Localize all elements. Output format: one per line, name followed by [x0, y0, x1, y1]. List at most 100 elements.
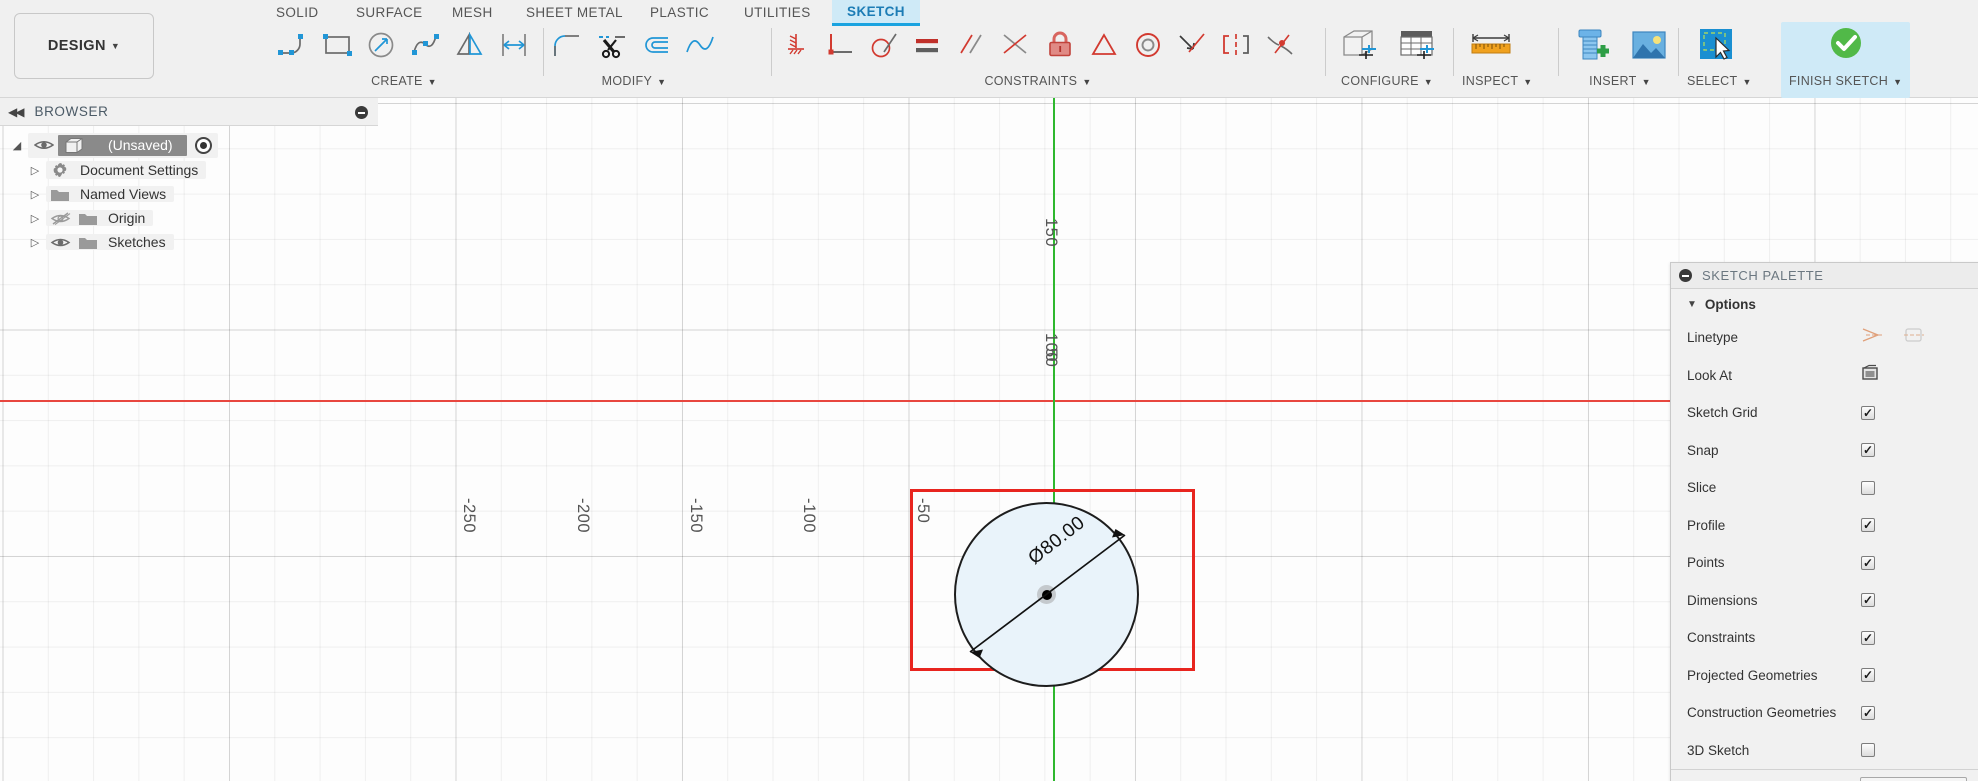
line-tool-icon[interactable]: [272, 23, 316, 67]
expand-twisty-icon[interactable]: ▷: [24, 212, 46, 225]
measure-icon[interactable]: [1462, 23, 1520, 67]
ribbon-group-label-inspect[interactable]: INSPECT ▼: [1462, 74, 1533, 88]
curvature-constraint-icon[interactable]: [1258, 23, 1302, 67]
finish-sketch-button[interactable]: Finish Sketch: [1859, 777, 1967, 781]
x-tick-label: -250: [460, 498, 478, 534]
configure-table-icon[interactable]: [1387, 23, 1445, 67]
insert-image-icon[interactable]: [1620, 23, 1678, 67]
tree-label-origin: Origin: [108, 210, 146, 226]
spline-tool-icon[interactable]: [404, 23, 448, 67]
option-row-look-at[interactable]: Look At: [1671, 357, 1978, 395]
minimize-icon[interactable]: [355, 106, 368, 119]
pattern-tool-icon[interactable]: [492, 23, 536, 67]
mirror-tool-icon[interactable]: [448, 23, 492, 67]
tree-row-origin[interactable]: ▷ Origin: [0, 206, 378, 230]
ribbon-group-label-create[interactable]: CREATE ▼: [272, 74, 536, 88]
ribbon-group-label-modify[interactable]: MODIFY ▼: [546, 74, 722, 88]
option-row-dimensions[interactable]: Dimensions: [1671, 582, 1978, 620]
workspace-selector[interactable]: DESIGN ▼: [14, 13, 154, 79]
parallel-constraint-icon[interactable]: [950, 23, 994, 67]
fillet-tool-icon[interactable]: [546, 23, 590, 67]
x-tick-label: -150: [687, 498, 705, 534]
circle-tool-icon[interactable]: [360, 23, 404, 67]
ribbon-group-modify: MODIFY ▼: [546, 22, 722, 98]
collinear-constraint-icon[interactable]: [1170, 23, 1214, 67]
checkbox-snap[interactable]: [1861, 443, 1875, 458]
insert-mcmaster-bolt-icon[interactable]: [1562, 23, 1620, 67]
tree-row-sketches[interactable]: ▷ Sketches: [0, 230, 378, 254]
fix-constraint-icon[interactable]: [774, 23, 818, 67]
option-row-constraints[interactable]: Constraints: [1671, 619, 1978, 657]
x-tick-label: -200: [574, 498, 592, 534]
circle-center-point[interactable]: [1041, 589, 1052, 600]
checkbox-3d-sketch[interactable]: [1861, 743, 1875, 758]
option-row-linetype[interactable]: Linetype: [1671, 319, 1978, 357]
lock-constraint-icon[interactable]: [1038, 23, 1082, 67]
checkbox-profile[interactable]: [1861, 518, 1875, 533]
configure-box-icon[interactable]: [1329, 23, 1387, 67]
checkbox-points[interactable]: [1861, 555, 1875, 570]
perpendicular-constraint-icon[interactable]: [818, 23, 862, 67]
chevron-down-icon: ▼: [1893, 77, 1903, 87]
offset-tool-icon[interactable]: [634, 23, 678, 67]
ribbon-group-label-configure[interactable]: CONFIGURE ▼: [1329, 74, 1445, 88]
option-label-construction-geometries: Construction Geometries: [1687, 705, 1837, 721]
ribbon-group-label-finish-sketch[interactable]: FINISH SKETCH ▼: [1789, 74, 1902, 88]
collapse-left-icon[interactable]: ◀◀: [8, 105, 25, 119]
midpoint-constraint-icon[interactable]: [994, 23, 1038, 67]
expand-twisty-icon[interactable]: ▷: [24, 188, 46, 201]
ribbon-group-finish-sketch[interactable]: FINISH SKETCH ▼: [1781, 22, 1911, 98]
equal-constraint-icon[interactable]: [906, 23, 950, 67]
expand-twisty-icon[interactable]: ▷: [24, 236, 46, 249]
ribbon-group-inspect: INSPECT ▼: [1462, 22, 1533, 98]
expand-twisty-icon[interactable]: ◢: [6, 139, 28, 152]
component-activate-radio[interactable]: [194, 136, 212, 154]
minimize-icon[interactable]: [1679, 269, 1692, 282]
browser-tree: ◢ (Unsaved) ▷ Document Settings ▷ Named …: [0, 126, 378, 254]
tree-row-named-views[interactable]: ▷ Named Views: [0, 182, 378, 206]
options-section-header[interactable]: ▼ Options: [1671, 289, 1978, 319]
trim-tool-icon[interactable]: [590, 23, 634, 67]
checkbox-construction-geometries[interactable]: [1861, 705, 1875, 720]
tangent-constraint-icon[interactable]: [862, 23, 906, 67]
divider: [543, 28, 544, 76]
checkbox-sketch-grid[interactable]: [1861, 405, 1875, 420]
ribbon-group-label-constraints[interactable]: CONSTRAINTS ▼: [774, 74, 1302, 88]
concentric-constraint-icon[interactable]: [1126, 23, 1170, 67]
chevron-down-icon: ▼: [1082, 77, 1092, 87]
tree-row-document-settings[interactable]: ▷ Document Settings: [0, 158, 378, 182]
visibility-eye-icon[interactable]: [46, 235, 74, 250]
visibility-eye-icon[interactable]: [30, 138, 58, 152]
divider: [1325, 28, 1326, 76]
option-row-construction-geometries[interactable]: Construction Geometries: [1671, 694, 1978, 732]
option-row-profile[interactable]: Profile: [1671, 507, 1978, 545]
option-row-points[interactable]: Points: [1671, 544, 1978, 582]
visibility-eye-off-icon[interactable]: [46, 211, 74, 226]
option-label-snap: Snap: [1687, 442, 1719, 458]
look-at-icon[interactable]: [1861, 364, 1879, 386]
option-row-snap[interactable]: Snap: [1671, 432, 1978, 470]
tree-row-root[interactable]: ◢ (Unsaved): [0, 132, 378, 158]
chevron-down-icon: ▼: [110, 41, 121, 51]
checkbox-projected-geometries[interactable]: [1861, 668, 1875, 683]
ribbon-group-label-insert[interactable]: INSERT ▼: [1562, 74, 1678, 88]
option-row-slice[interactable]: Slice: [1671, 469, 1978, 507]
rectangle-tool-icon[interactable]: [316, 23, 360, 67]
symmetric-constraint-icon[interactable]: [1214, 23, 1258, 67]
curvature-tool-icon[interactable]: [678, 23, 722, 67]
select-tool-icon[interactable]: [1687, 23, 1745, 67]
checkbox-constraints[interactable]: [1861, 630, 1875, 645]
ribbon-group-label-select[interactable]: SELECT ▼: [1687, 74, 1752, 88]
linetype-construction-icon[interactable]: [1903, 325, 1925, 350]
checkbox-dimensions[interactable]: [1861, 593, 1875, 608]
symmetry-constraint-icon[interactable]: [1082, 23, 1126, 67]
option-row-sketch-grid[interactable]: Sketch Grid: [1671, 394, 1978, 432]
option-label-slice: Slice: [1687, 480, 1717, 496]
option-row-projected-geometries[interactable]: Projected Geometries: [1671, 657, 1978, 695]
expand-twisty-icon[interactable]: ▷: [24, 164, 46, 177]
option-row-3d-sketch[interactable]: 3D Sketch: [1671, 732, 1978, 770]
linetype-normal-icon[interactable]: [1861, 325, 1883, 350]
checkbox-slice[interactable]: [1861, 480, 1875, 495]
root-node-selected[interactable]: (Unsaved): [58, 134, 187, 156]
finish-sketch-check-icon[interactable]: [1817, 23, 1875, 67]
